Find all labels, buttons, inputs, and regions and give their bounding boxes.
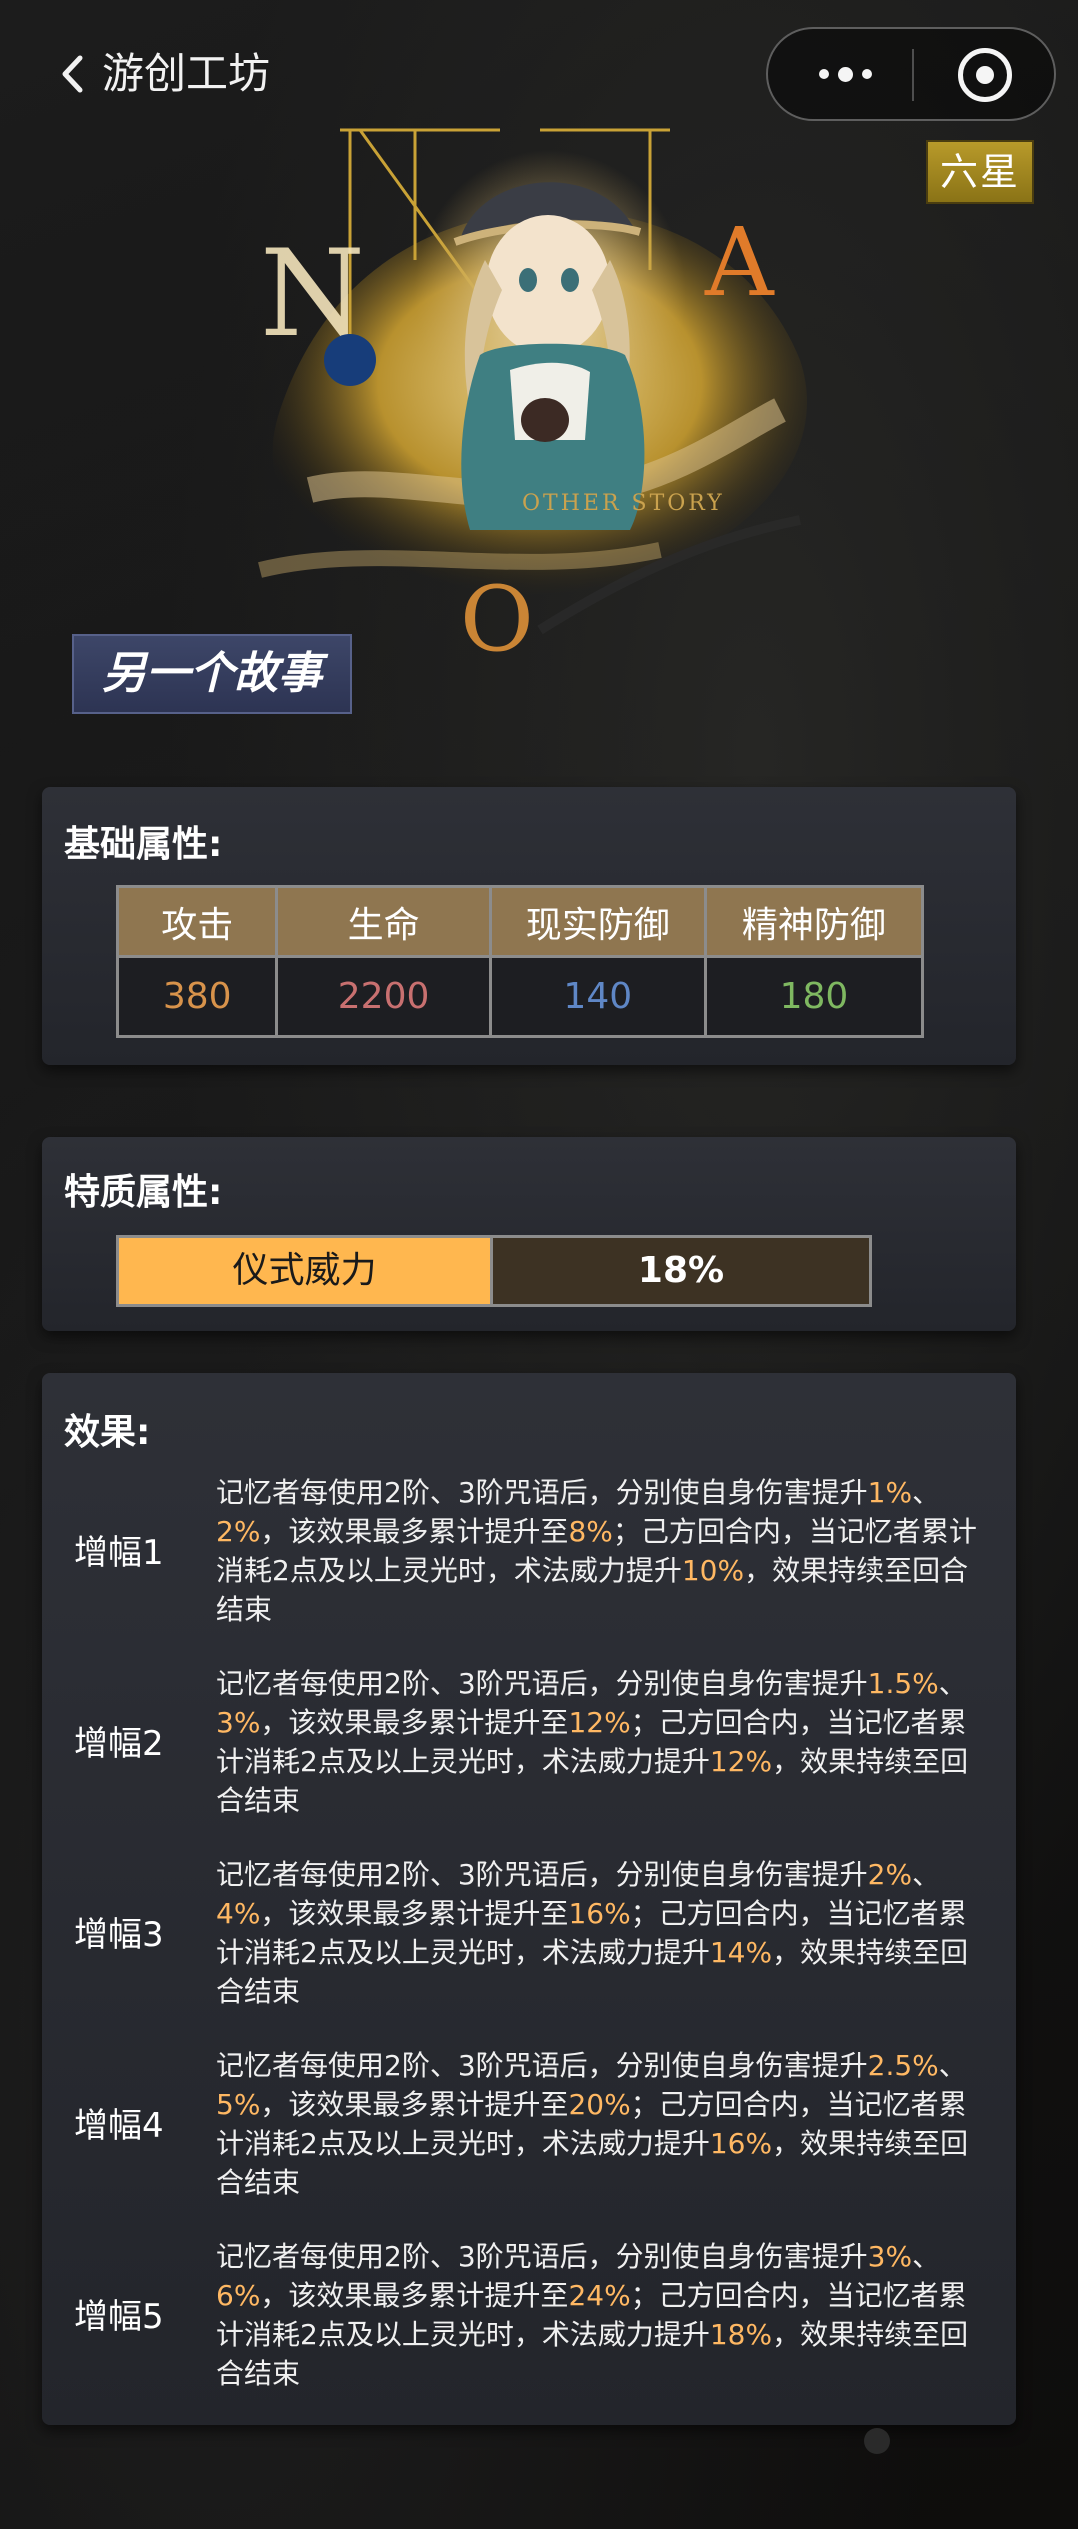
stat-value-hp: 2200 (275, 955, 492, 1038)
effect-highlight-value: 8% (568, 1515, 613, 1548)
stat-header-reality-def: 现实防御 (488, 885, 707, 958)
effect-highlight-value: 16% (709, 2127, 773, 2160)
effect-highlight-value: 12% (709, 1745, 773, 1778)
effect-highlight-value: 3% (867, 2240, 913, 2273)
art-title-text: OTHER STORY (522, 491, 725, 516)
effect-highlight-value: 4% (216, 1897, 261, 1930)
effect-highlight-value: 12% (568, 1706, 631, 1739)
effect-label: 增幅1 (74, 1533, 164, 1573)
effect-text-segment: ，该效果最多累计提升至 (260, 1515, 569, 1548)
effect-text-segment: 、 (912, 1476, 941, 1509)
stat-header-mental-def: 精神防御 (703, 885, 925, 958)
effect-text-segment: 、 (912, 2240, 941, 2273)
effect-label: 增幅3 (74, 1915, 164, 1955)
effect-text-segment: 、 (938, 1667, 967, 1700)
effect-text-segment: ，该效果最多累计提升至 (260, 2279, 569, 2312)
stat-header-hp: 生命 (275, 885, 492, 958)
floating-dot (864, 2428, 890, 2454)
svg-text:A: A (704, 208, 775, 318)
effects-panel: 效果: 增幅1 记忆者每使用2阶、3阶咒语后，分别使自身伤害提升1%、2%，该效果… (42, 1373, 1016, 2425)
more-dots-icon[interactable] (788, 29, 903, 119)
effect-highlight-value: 16% (568, 1897, 631, 1930)
target-circle-icon[interactable] (958, 48, 1012, 102)
effect-description: 记忆者每使用2阶、3阶咒语后，分别使自身伤害提升3%、 6%，该效果最多累计提升至… (216, 2237, 986, 2393)
effect-highlight-value: 2% (867, 1858, 913, 1891)
effect-text-segment: ，该效果最多累计提升至 (260, 1897, 569, 1930)
special-attr-value: 18% (493, 1238, 869, 1304)
effect-highlight-value: 18% (709, 2318, 773, 2351)
effect-text-segment: 记忆者每使用2阶、3阶咒语后，分别使自身伤害提升 (216, 2240, 868, 2273)
effect-text-segment: 记忆者每使用2阶、3阶咒语后，分别使自身伤害提升 (216, 1476, 868, 1509)
stats-value-row: 380 2200 140 180 (115, 955, 925, 1038)
effect-highlight-value: 14% (709, 1936, 773, 1969)
effect-highlight-value: 10% (681, 1554, 745, 1587)
effect-description: 记忆者每使用2阶、3阶咒语后，分别使自身伤害提升2.5%、 5%，该效果最多累计提… (216, 2046, 986, 2202)
stats-header-row: 攻击 生命 现实防御 精神防御 (115, 885, 925, 958)
effect-item: 增幅2 记忆者每使用2阶、3阶咒语后，分别使自身伤害提升1.5%、 3%，该效果最多… (42, 1664, 1016, 1824)
effect-highlight-value: 6% (216, 2279, 261, 2312)
stat-value-attack: 380 (115, 955, 279, 1038)
effect-label: 增幅4 (74, 2106, 164, 2146)
card-art-image: N O A OTHER STORY (240, 110, 860, 672)
effect-text-segment: 、 (912, 1858, 941, 1891)
mini-program-capsule (766, 27, 1056, 121)
effect-text-segment: 记忆者每使用2阶、3阶咒语后，分别使自身伤害提升 (216, 1667, 868, 1700)
base-stats-title: 基础属性: (64, 824, 223, 865)
effect-highlight-value: 24% (568, 2279, 631, 2312)
effect-text-segment: 记忆者每使用2阶、3阶咒语后，分别使自身伤害提升 (216, 1858, 868, 1891)
effect-text-segment: ，该效果最多累计提升至 (260, 1706, 569, 1739)
effect-highlight-value: 5% (216, 2088, 261, 2121)
rarity-badge: 六星 (926, 140, 1034, 204)
effect-item: 增幅5 记忆者每使用2阶、3阶咒语后，分别使自身伤害提升3%、 6%，该效果最多累计… (42, 2237, 1016, 2397)
page-title: 游创工坊 (102, 49, 271, 98)
stat-value-reality-def: 140 (488, 955, 707, 1038)
effect-item: 增幅1 记忆者每使用2阶、3阶咒语后，分别使自身伤害提升1%、 2%，该效果最多累计… (42, 1473, 1016, 1633)
effect-text-segment: 、 (938, 2049, 967, 2082)
art-letter-o: O (460, 567, 534, 670)
special-attr-name: 仪式威力 (119, 1238, 493, 1304)
stat-value-mental-def: 180 (703, 955, 925, 1038)
effect-item: 增幅3 记忆者每使用2阶、3阶咒语后，分别使自身伤害提升2%、 4%，该效果最多累计… (42, 1855, 1016, 2015)
capsule-divider (912, 49, 914, 101)
effect-highlight-value: 1.5% (867, 1667, 939, 1700)
effect-highlight-value: 2.5% (867, 2049, 939, 2082)
effect-text-segment: ，该效果最多累计提升至 (260, 2088, 569, 2121)
effect-highlight-value: 2% (216, 1515, 261, 1548)
special-attr-title: 特质属性: (64, 1172, 223, 1213)
chevron-left-icon[interactable] (50, 44, 94, 104)
base-stats-panel: 基础属性: 攻击 生命 现实防御 精神防御 380 2200 140 180 (42, 787, 1016, 1065)
effect-highlight-value: 20% (568, 2088, 631, 2121)
effect-description: 记忆者每使用2阶、3阶咒语后，分别使自身伤害提升1.5%、 3%，该效果最多累计提… (216, 1664, 986, 1820)
effect-highlight-value: 1% (867, 1476, 913, 1509)
effect-highlight-value: 3% (216, 1706, 261, 1739)
base-stats-table: 攻击 生命 现实防御 精神防御 380 2200 140 180 (115, 885, 925, 1038)
effect-label: 增幅5 (74, 2297, 164, 2337)
effects-title: 效果: (64, 1412, 151, 1453)
effect-description: 记忆者每使用2阶、3阶咒语后，分别使自身伤害提升2%、 4%，该效果最多累计提升至… (216, 1855, 986, 2011)
effect-label: 增幅2 (74, 1724, 164, 1764)
effect-text-segment: 记忆者每使用2阶、3阶咒语后，分别使自身伤害提升 (216, 2049, 868, 2082)
special-attr-panel: 特质属性: 仪式威力 18% (42, 1137, 1016, 1331)
effect-item: 增幅4 记忆者每使用2阶、3阶咒语后，分别使自身伤害提升2.5%、 5%，该效果最多… (42, 2046, 1016, 2206)
card-name-label: 另一个故事 (72, 634, 352, 714)
special-attr-row: 仪式威力 18% (116, 1235, 872, 1307)
stat-header-attack: 攻击 (115, 885, 279, 958)
effect-description: 记忆者每使用2阶、3阶咒语后，分别使自身伤害提升1%、 2%，该效果最多累计提升至… (216, 1473, 986, 1629)
